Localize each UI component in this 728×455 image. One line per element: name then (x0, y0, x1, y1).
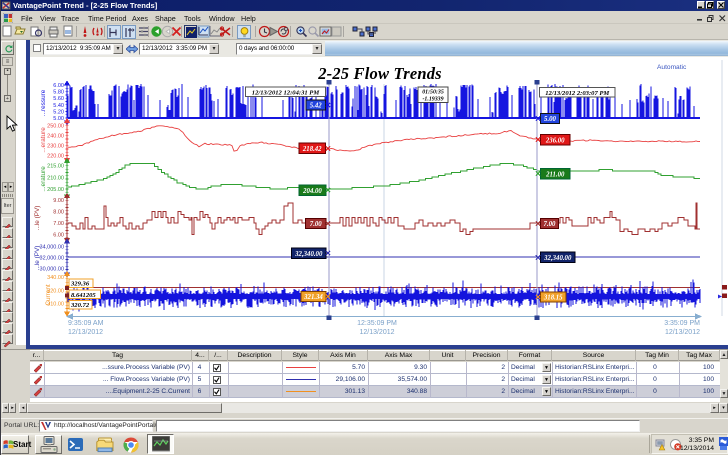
svg-text:210.00: 210.00 (47, 175, 64, 181)
svg-text:205.00: 205.00 (47, 187, 64, 193)
svg-text:211.00: 211.00 (545, 171, 565, 178)
svg-text:12/13/2012: 12/13/2012 (665, 329, 700, 336)
svg-text:3:35:09 PM: 3:35:09 PM (664, 320, 700, 327)
svg-text:215.00: 215.00 (47, 164, 64, 170)
svg-text:32,000.00: 32,000.00 (40, 256, 64, 262)
svg-text:321.34: 321.34 (303, 294, 323, 301)
svg-text:9.00: 9.00 (53, 198, 64, 204)
svg-text:12/13/2012: 12/13/2012 (359, 329, 394, 336)
svg-text:01:50:35: 01:50:35 (422, 90, 444, 96)
svg-text:...le (PV): ...le (PV) (34, 246, 41, 271)
svg-text:...le (PV): ...le (PV) (34, 206, 41, 231)
svg-text:230.00: 230.00 (47, 143, 64, 149)
svg-text:32,340.00: 32,340.00 (294, 251, 323, 258)
svg-text:...erature: ...erature (40, 166, 47, 192)
svg-text:12:35:09 PM: 12:35:09 PM (357, 320, 397, 327)
svg-text:30,000.00: 30,000.00 (40, 267, 64, 273)
svg-text:240.00: 240.00 (47, 133, 64, 139)
svg-text:7.00: 7.00 (53, 221, 64, 227)
svg-text:5.00: 5.00 (544, 116, 556, 123)
svg-text:12/13/2012 2:03:07 PM: 12/13/2012 2:03:07 PM (545, 90, 610, 97)
svg-text:7.00: 7.00 (544, 221, 556, 228)
svg-text:8.641205: 8.641205 (71, 292, 96, 299)
svg-text:320.72: 320.72 (70, 302, 90, 309)
svg-text:5.20: 5.20 (53, 109, 64, 115)
svg-text:...ressure: ...ressure (40, 89, 47, 116)
svg-text:204.00: 204.00 (302, 188, 322, 195)
svg-text:8.00: 8.00 (53, 210, 64, 216)
svg-text:34,000.00: 34,000.00 (40, 245, 64, 251)
svg-text:-1.19339: -1.19339 (422, 96, 443, 102)
svg-text:9:35:09 AM: 9:35:09 AM (68, 320, 104, 327)
svg-text:5.60: 5.60 (53, 96, 64, 102)
svg-text:6.00: 6.00 (53, 233, 64, 239)
svg-text:6.00: 6.00 (53, 83, 64, 89)
svg-text:218.42: 218.42 (302, 146, 322, 153)
svg-text:236.00: 236.00 (545, 137, 565, 144)
svg-text:32,340.00: 32,340.00 (543, 255, 572, 262)
svg-text:220.00: 220.00 (47, 154, 64, 160)
svg-text:5.80: 5.80 (53, 90, 64, 96)
svg-text:...erature: ...erature (40, 127, 47, 153)
svg-text:5.40: 5.40 (53, 103, 64, 109)
svg-text:12/13/2012: 12/13/2012 (68, 329, 103, 336)
svg-text:5.42: 5.42 (310, 103, 322, 110)
svg-text:250.00: 250.00 (47, 123, 64, 129)
svg-text:Current: Current (45, 284, 52, 306)
svg-text:329.36: 329.36 (70, 281, 90, 288)
svg-text:318.15: 318.15 (543, 295, 563, 302)
svg-text:7.00: 7.00 (310, 221, 322, 228)
svg-text:12/13/2012 12:04:31 PM: 12/13/2012 12:04:31 PM (252, 89, 321, 96)
svg-text:340.00: 340.00 (47, 275, 64, 281)
svg-text:5.00: 5.00 (53, 116, 64, 122)
